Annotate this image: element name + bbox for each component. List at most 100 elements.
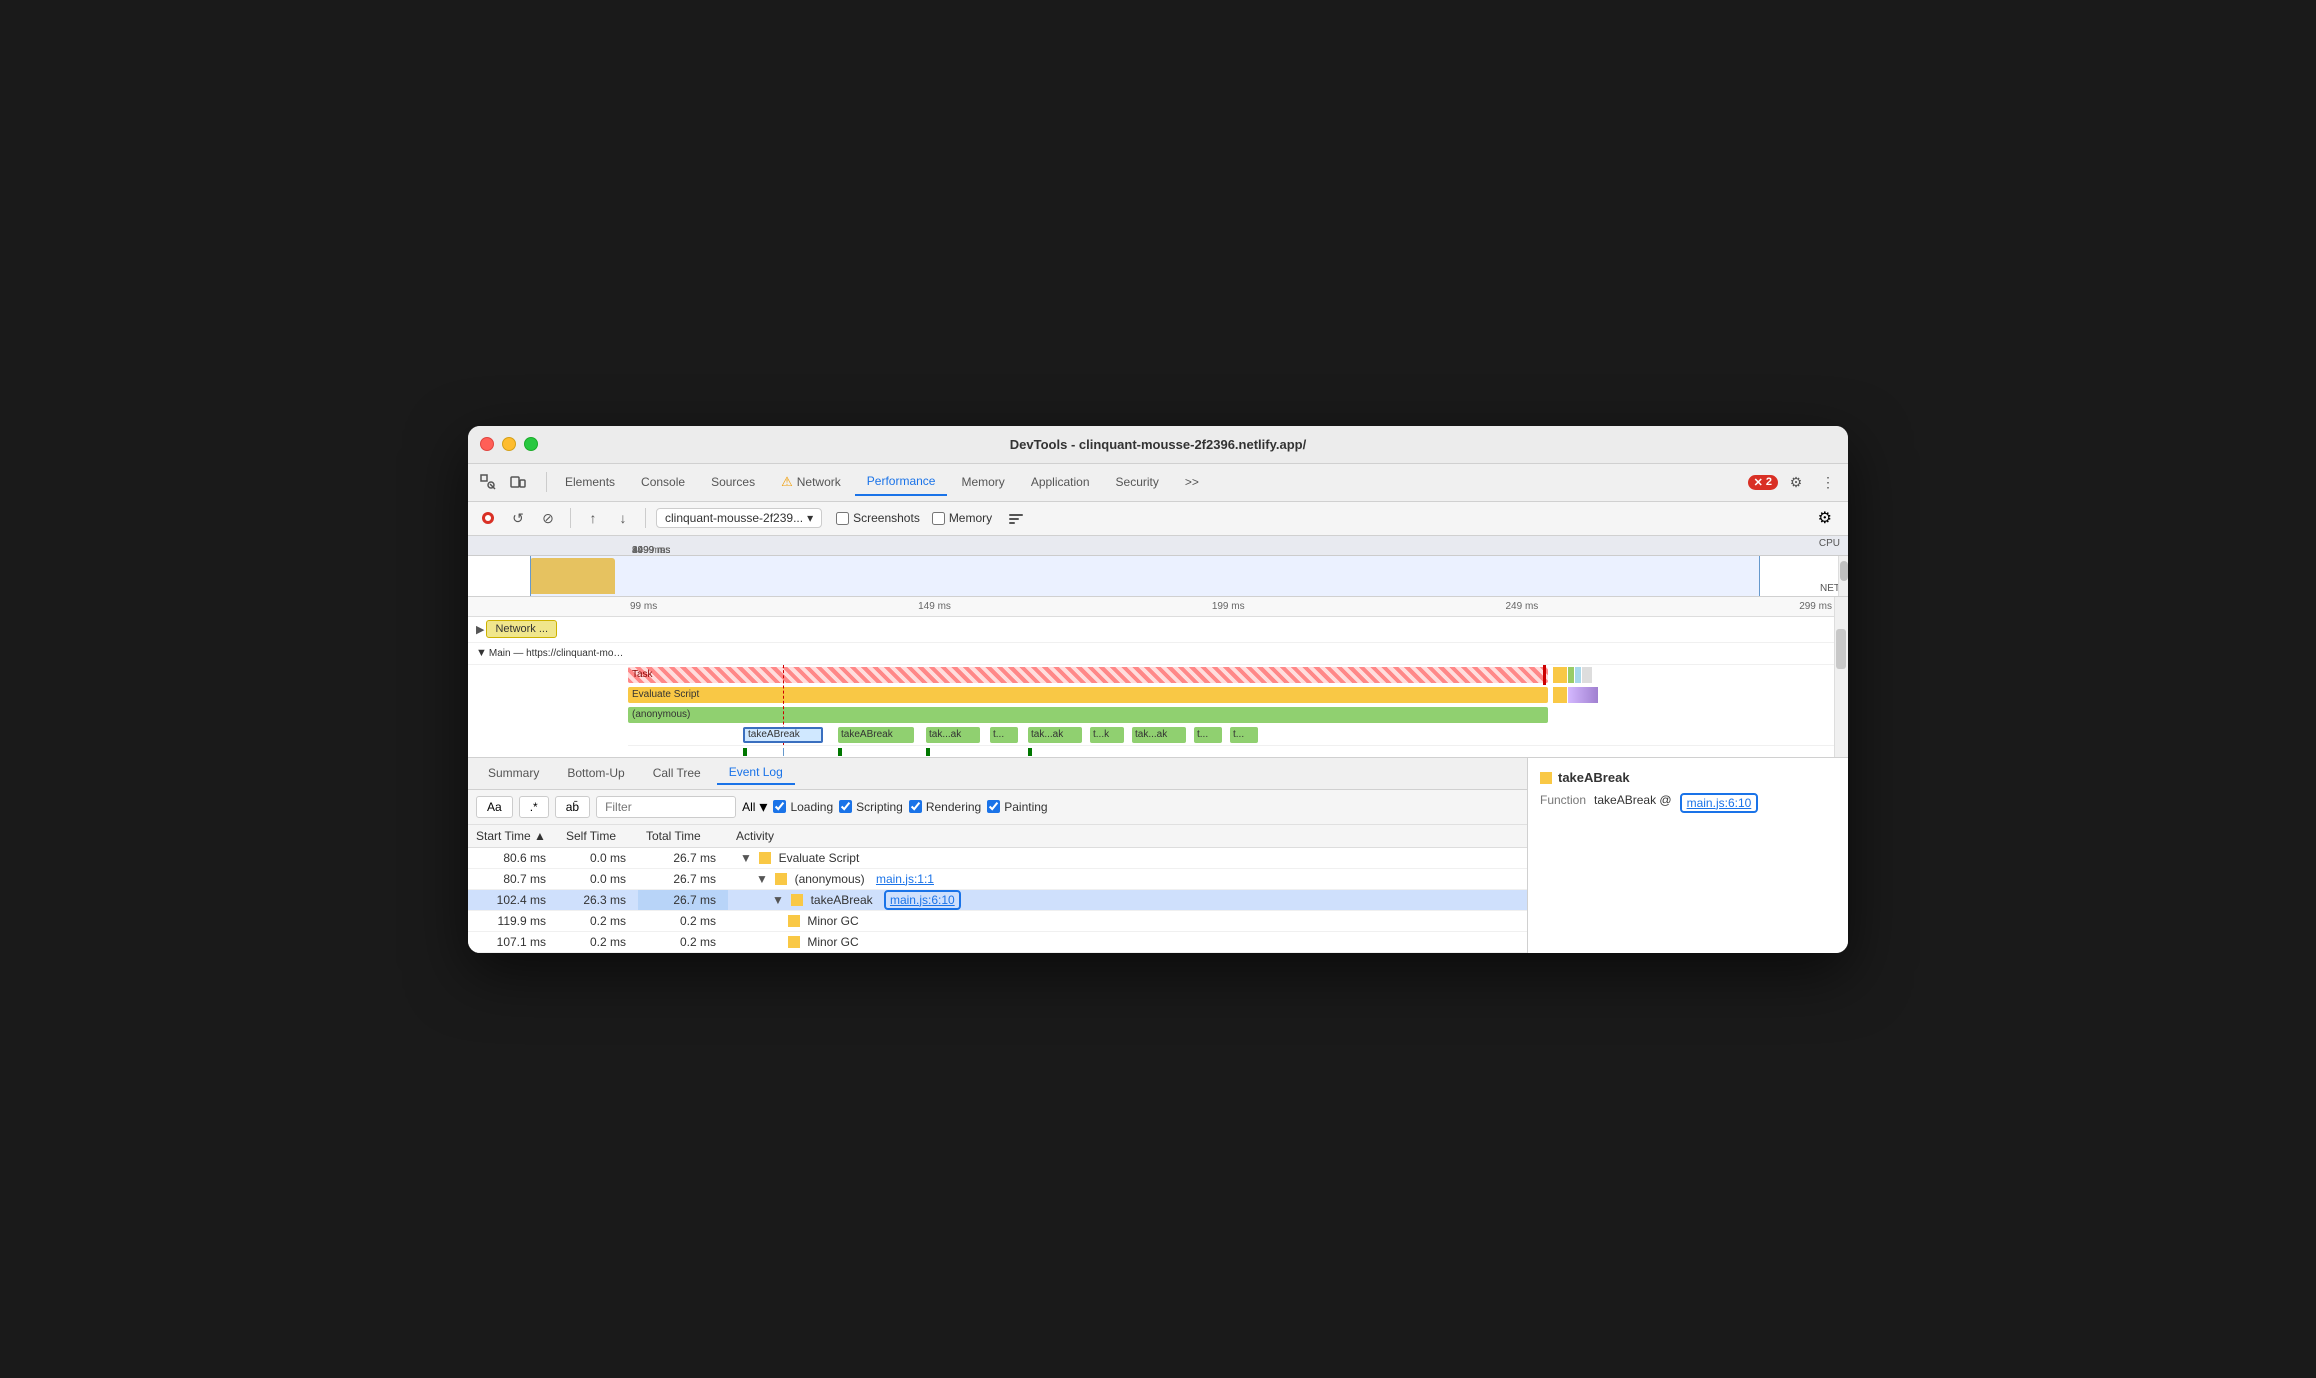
anon-row: (anonymous) [628,705,1848,725]
tick-marks-row [628,745,1848,757]
rendering-check[interactable]: Rendering [909,800,981,814]
expand-icon-1[interactable]: ▼ [740,851,752,865]
take-a-break-2[interactable]: takeABreak [838,727,914,743]
table-row[interactable]: 107.1 ms 0.2 ms 0.2 ms Minor GC [468,931,1527,952]
tick4 [926,748,930,756]
cpu-label: CPU [1819,538,1840,549]
maximize-button[interactable] [524,437,538,451]
col-activity[interactable]: Activity [728,825,1527,848]
zoom-tick-99: 99 ms [630,601,657,612]
table-row[interactable]: 80.6 ms 0.0 ms 26.7 ms ▼ Evaluate Script [468,847,1527,868]
take-a-break-6[interactable]: t...k [1090,727,1124,743]
painting-check[interactable]: Painting [987,800,1047,814]
tab-elements[interactable]: Elements [553,469,627,495]
screenshots-checkbox[interactable]: Screenshots [836,511,920,525]
table-row-selected[interactable]: 102.4 ms 26.3 ms 26.7 ms ▼ takeABreak [468,889,1527,910]
main-thread-label: ▼ Main — https://clinquant-mousse-2f2396… [468,643,1848,665]
activity-icon-5 [788,936,800,948]
tick5 [1028,748,1032,756]
error-x-icon: ✕ [1754,476,1763,489]
col-self-time[interactable]: Self Time [558,825,638,848]
take-a-break-3[interactable]: tak...ak [926,727,980,743]
tab-call-tree[interactable]: Call Tree [641,762,713,784]
tab-more[interactable]: >> [1173,469,1211,495]
expand-icon-2[interactable]: ▼ [756,872,768,886]
network-expand[interactable]: ▶ Network ... [476,620,628,638]
right-panel-icon [1540,772,1552,784]
right-panel: takeABreak Function takeABreak @ main.js… [1528,758,1848,953]
main-expand[interactable]: ▼ Main — https://clinquant-mousse-2f2396… [476,647,628,659]
network-throttle-icon[interactable] [1004,506,1028,530]
top-ruler: 999 ms 1499 ms 1999 ms 2499 ms 2999 ms 3… [468,536,1848,556]
inspect-icon[interactable] [474,468,502,496]
function-value: takeABreak @ [1594,793,1672,813]
zoom-tick-149: 149 ms [918,601,951,612]
anon-bar[interactable]: (anonymous) [628,707,1548,723]
record-button[interactable] [476,506,500,530]
loading-check[interactable]: Loading [773,800,833,814]
case-button[interactable]: ab̄ [555,796,590,818]
tab-sources[interactable]: Sources [699,469,767,495]
col-total-time[interactable]: Total Time [638,825,728,848]
tab-memory[interactable]: Memory [949,469,1016,495]
upload-button[interactable]: ↑ [581,506,605,530]
more-options-icon[interactable]: ⋮ [1814,468,1842,496]
tab-bottom-up[interactable]: Bottom-Up [555,762,636,784]
devtools-window: DevTools - clinquant-mousse-2f2396.netli… [468,426,1848,953]
close-button[interactable] [480,437,494,451]
self-time-1: 0.0 ms [558,847,638,868]
function-link[interactable]: main.js:6:10 [1680,793,1759,813]
flame-scrollbar[interactable] [1834,597,1848,757]
refresh-record-button[interactable]: ↺ [506,506,530,530]
device-icon[interactable] [504,468,532,496]
table-row[interactable]: 80.7 ms 0.0 ms 26.7 ms ▼ (anonymous) [468,868,1527,889]
overview-scrollbar[interactable] [1838,556,1848,596]
col-start-time[interactable]: Start Time ▲ [468,825,558,848]
zoom-tick-249: 249 ms [1506,601,1539,612]
link-take-a-break[interactable]: main.js:6:10 [884,890,961,910]
minimize-button[interactable] [502,437,516,451]
overview-scrollbar-thumb[interactable] [1840,561,1848,581]
cpu-chart[interactable]: NET [468,556,1848,596]
take-a-break-selected[interactable]: takeABreak [743,727,823,743]
toolbar-divider1 [570,508,571,528]
aa-button[interactable]: Aa [476,796,513,818]
bottom-tabs: Summary Bottom-Up Call Tree Event Log [468,758,1527,790]
tab-network[interactable]: ⚠ Network [769,468,853,496]
table-row[interactable]: 119.9 ms 0.2 ms 0.2 ms Minor GC [468,910,1527,931]
eval-script-bar[interactable]: Evaluate Script [628,687,1548,703]
take-a-break-9[interactable]: t... [1230,727,1258,743]
tab-console[interactable]: Console [629,469,697,495]
url-select[interactable]: clinquant-mousse-2f239... ▾ [656,508,822,528]
scripting-check[interactable]: Scripting [839,800,903,814]
tab-application[interactable]: Application [1019,469,1102,495]
function-row: Function takeABreak @ main.js:6:10 [1540,793,1836,813]
link-anon[interactable]: main.js:1:1 [876,872,934,886]
tab-summary[interactable]: Summary [476,762,551,784]
right-panel-title: takeABreak [1540,770,1836,785]
tab-performance[interactable]: Performance [855,468,948,496]
take-a-break-4[interactable]: t... [990,727,1018,743]
settings-icon[interactable]: ⚙ [1782,468,1810,496]
download-button[interactable]: ↓ [611,506,635,530]
take-a-break-7[interactable]: tak...ak [1132,727,1186,743]
all-dropdown[interactable]: All ▾ [742,797,767,817]
traffic-lights [480,437,538,451]
total-time-1: 26.7 ms [638,847,728,868]
error-badge: ✕ 2 [1748,475,1778,490]
perf-settings-icon[interactable]: ⚙ [1818,508,1840,528]
filter-input[interactable] [596,796,736,818]
clear-button[interactable]: ⊘ [536,506,560,530]
take-a-break-5[interactable]: tak...ak [1028,727,1082,743]
take-a-break-8[interactable]: t... [1194,727,1222,743]
window-title: DevTools - clinquant-mousse-2f2396.netli… [1010,437,1306,452]
network-pill[interactable]: Network ... [486,620,557,638]
memory-checkbox[interactable]: Memory [932,511,992,525]
flame-scrollbar-thumb[interactable] [1836,629,1846,669]
task-bar[interactable]: Task [628,667,1548,683]
net-label: NET [1820,583,1840,594]
tab-security[interactable]: Security [1104,469,1171,495]
expand-icon-3[interactable]: ▼ [772,893,784,907]
tab-event-log[interactable]: Event Log [717,761,795,785]
regex-button[interactable]: .* [519,796,549,818]
